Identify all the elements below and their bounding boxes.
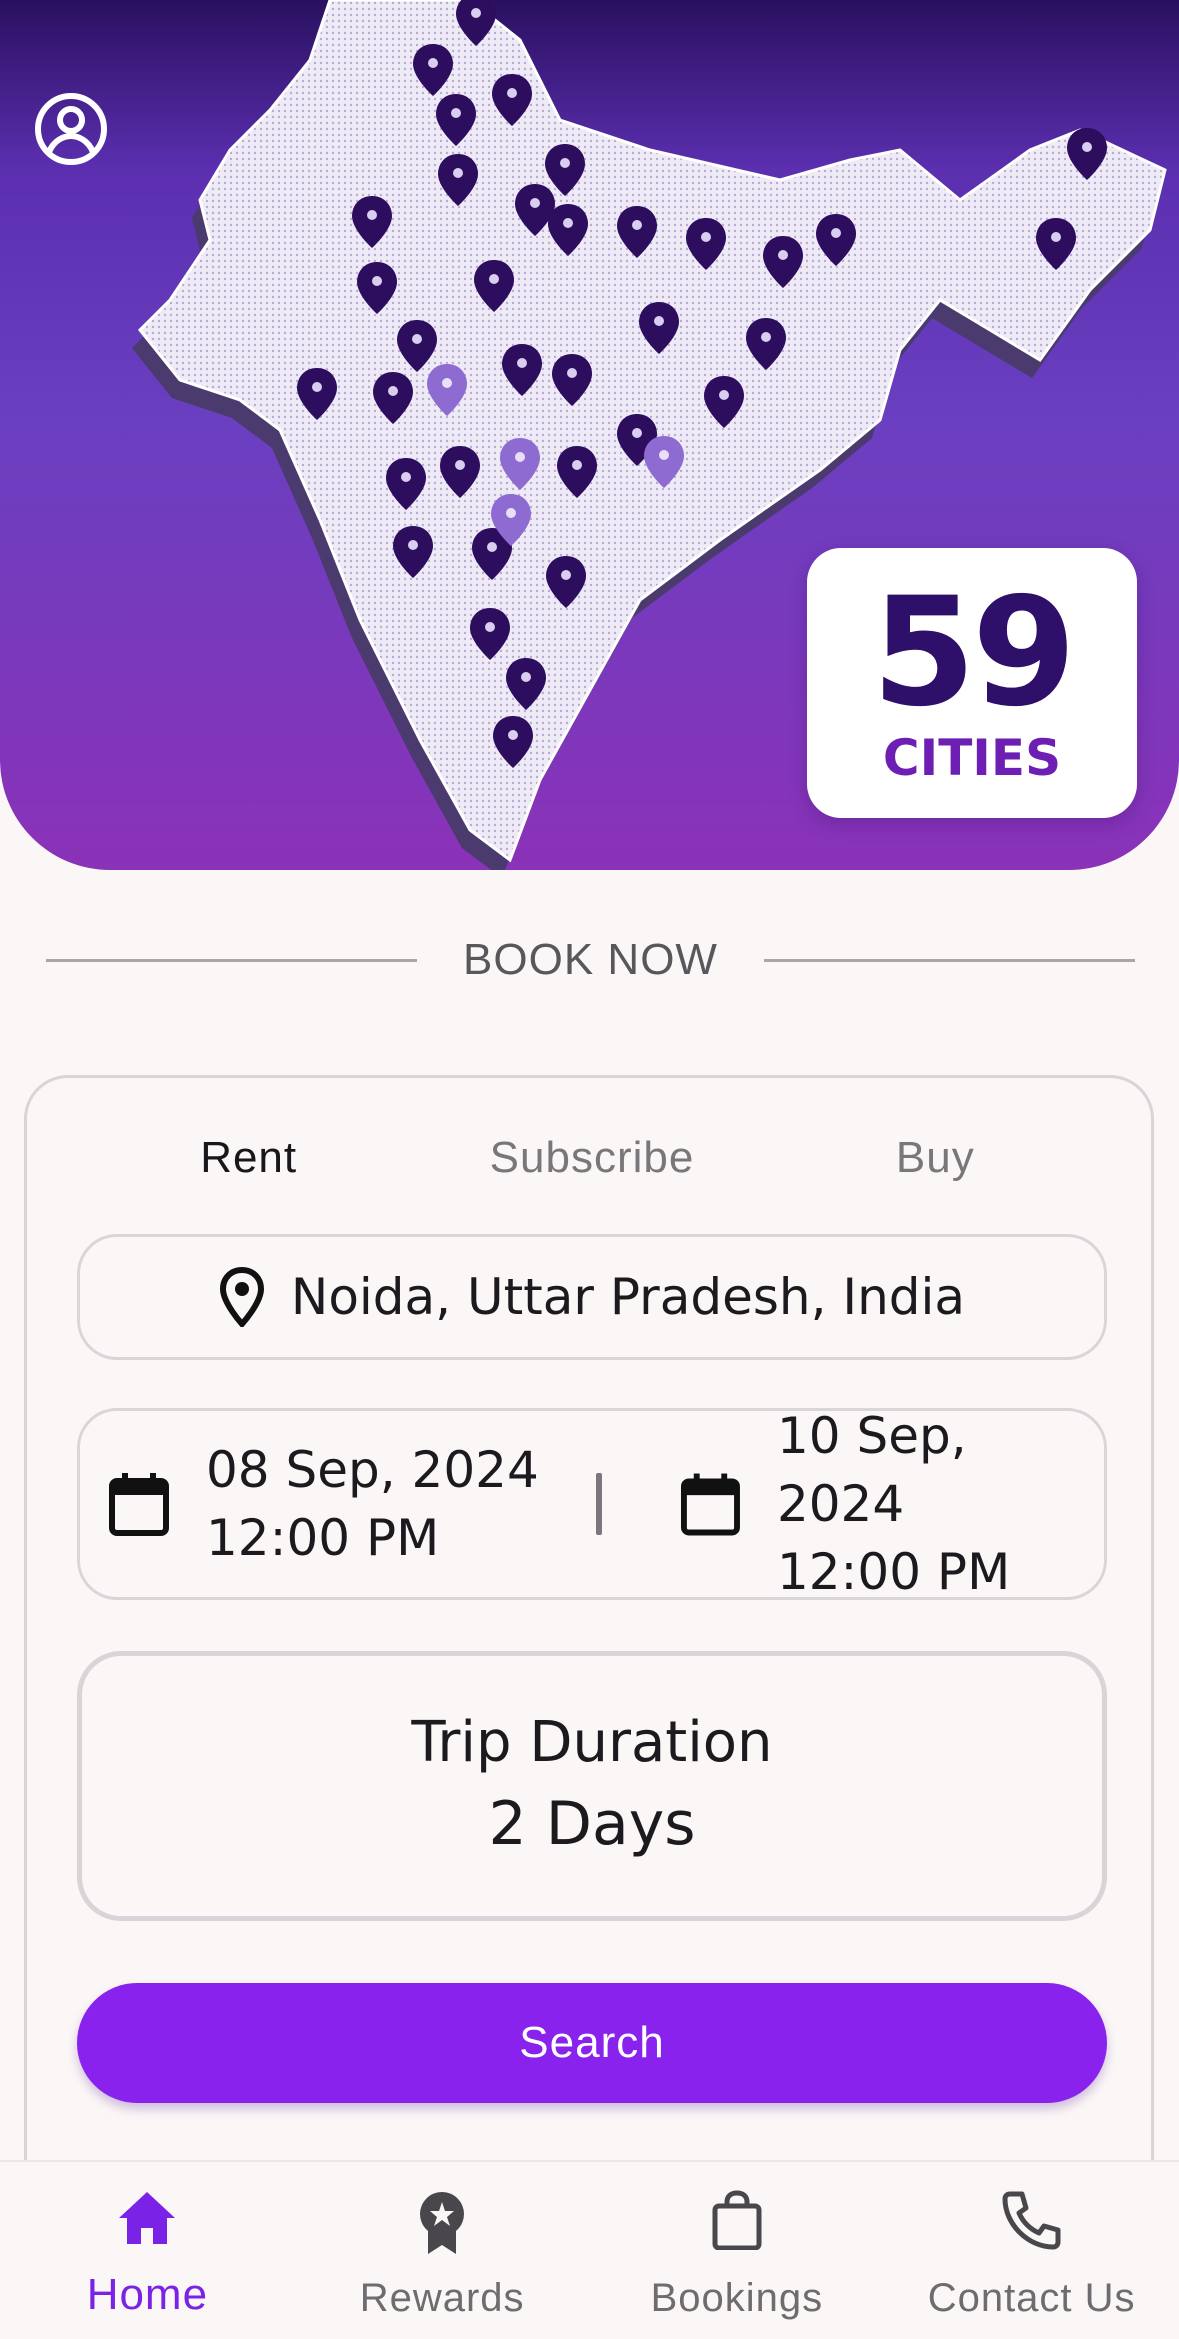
nav-rewards[interactable]: Rewards: [295, 2162, 590, 2339]
divider-line-left: [46, 958, 418, 962]
tab-subscribe[interactable]: Subscribe: [420, 1128, 763, 1188]
date-range-field: 08 Sep, 2024 12:00 PM 10 Sep, 2024 12:00…: [77, 1407, 1107, 1601]
nav-home-label: Home: [86, 2270, 209, 2319]
shopping-bag-icon: [712, 2190, 762, 2250]
cities-label: CITIES: [882, 729, 1062, 787]
search-button[interactable]: Search: [77, 1983, 1107, 2103]
end-time: 12:00 PM: [776, 1543, 1011, 1601]
booking-type-tabs: Rent Subscribe Buy: [77, 1128, 1107, 1188]
location-value: Noida, Uttar Pradesh, India: [290, 1268, 966, 1326]
hero-banner: 59 CITIES: [0, 0, 1179, 870]
end-datetime[interactable]: 10 Sep, 2024 12:00 PM: [680, 1407, 1104, 1601]
nav-contact-us[interactable]: Contact Us: [884, 2162, 1179, 2339]
start-datetime[interactable]: 08 Sep, 2024 12:00 PM: [108, 1411, 539, 1597]
rewards-badge-icon: [420, 2192, 465, 2254]
tab-buy[interactable]: Buy: [764, 1128, 1107, 1188]
book-now-heading: BOOK NOW: [463, 935, 718, 984]
location-pin-icon: [219, 1267, 264, 1327]
location-field[interactable]: Noida, Uttar Pradesh, India: [77, 1234, 1107, 1360]
end-date: 10 Sep, 2024: [776, 1407, 967, 1533]
start-time: 12:00 PM: [206, 1509, 440, 1567]
nav-bookings[interactable]: Bookings: [590, 2162, 885, 2339]
trip-duration-value: 2 Days: [488, 1789, 696, 1859]
account-circle-icon: [35, 93, 107, 165]
booking-card: Rent Subscribe Buy Noida, Uttar Pradesh,…: [24, 1075, 1154, 2285]
trip-duration-box: Trip Duration 2 Days: [77, 1651, 1107, 1921]
phone-icon: [1002, 2191, 1061, 2250]
calendar-icon: [109, 1473, 169, 1536]
nav-contact-us-label: Contact Us: [927, 2276, 1136, 2320]
profile-button[interactable]: [34, 92, 108, 166]
home-icon: [119, 2192, 176, 2244]
nav-home[interactable]: Home: [0, 2162, 295, 2339]
nav-bookings-label: Bookings: [650, 2276, 824, 2320]
bottom-navigation: Home Rewards Bookings Contact Us: [0, 2160, 1179, 2339]
cities-count-card: 59 CITIES: [807, 548, 1137, 818]
nav-rewards-label: Rewards: [359, 2276, 525, 2320]
tab-rent[interactable]: Rent: [77, 1128, 420, 1188]
divider-line-right: [763, 958, 1135, 962]
start-date: 08 Sep, 2024: [206, 1441, 539, 1499]
book-now-divider: BOOK NOW: [46, 930, 1135, 990]
cities-count: 59: [871, 566, 1077, 740]
date-separator: [596, 1473, 602, 1535]
calendar-icon: [680, 1473, 740, 1536]
trip-duration-title: Trip Duration: [411, 1710, 773, 1775]
